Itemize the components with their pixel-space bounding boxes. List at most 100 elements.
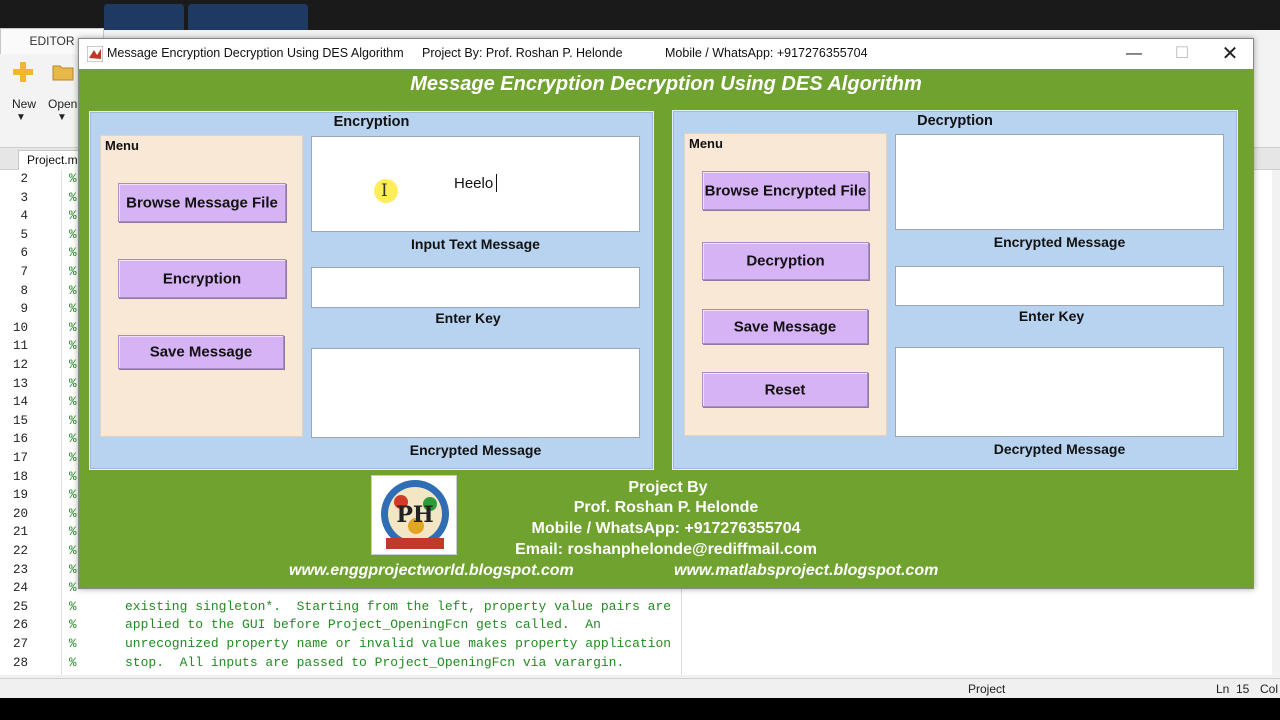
comment-marker: % (69, 172, 77, 186)
code-line[interactable]: applied to the GUI before Project_Openin… (125, 617, 601, 632)
save-message-button[interactable]: Save Message (118, 335, 284, 369)
close-icon[interactable]: ✕ (1207, 39, 1253, 69)
comment-marker: % (69, 209, 77, 224)
encrypted-message-output[interactable] (311, 348, 640, 438)
line-number: 16 (12, 432, 28, 447)
comment-marker: % (69, 488, 77, 503)
line-number: 9 (20, 302, 28, 317)
line-number: 21 (12, 525, 28, 540)
new-button-label[interactable]: New (12, 97, 36, 111)
editor-scrollbar[interactable] (1272, 170, 1280, 675)
comment-marker: % (69, 562, 77, 577)
status-file: Project (968, 682, 1006, 696)
status-ln-label: Ln (1216, 682, 1230, 696)
footer-url-right[interactable]: www.matlabsproject.blogspot.com (674, 562, 938, 580)
browse-encrypted-file-button[interactable]: Browse Encrypted File (702, 171, 869, 210)
encryption-key-field[interactable] (311, 267, 640, 308)
comment-marker: % (69, 451, 77, 465)
text-cursor-icon: I (381, 181, 388, 201)
line-number: 20 (12, 506, 28, 521)
comment-marker: % (69, 265, 77, 279)
comment-marker: % (69, 283, 77, 298)
comment-marker: % (69, 302, 77, 317)
comment-marker: % (69, 655, 77, 670)
encrypted-message-input[interactable] (895, 134, 1224, 230)
line-number: 7 (20, 265, 28, 279)
line-number: 15 (12, 413, 28, 428)
decryption-panel: Decryption Menu Browse Encrypted File De… (672, 110, 1238, 470)
line-number: 18 (12, 469, 28, 484)
line-number: 28 (12, 655, 28, 670)
code-line[interactable]: stop. All inputs are passed to Project_O… (125, 655, 624, 670)
open-folder-icon[interactable] (52, 62, 74, 84)
maximize-icon[interactable]: ☐ (1159, 39, 1205, 69)
footer-mobile: Mobile / WhatsApp: +917276355704 (531, 520, 801, 537)
line-number: 10 (12, 320, 28, 335)
status-bar: Project Ln 15 Col (0, 678, 1280, 698)
app-banner-title: Message Encryption Decryption Using DES … (410, 73, 922, 95)
comment-marker: % (69, 506, 77, 521)
comment-marker: % (69, 339, 77, 354)
line-number: 25 (12, 599, 28, 614)
input-text-value: Heelo (454, 175, 494, 192)
ribbon-tab-publish[interactable] (104, 4, 184, 30)
reset-button[interactable]: Reset (702, 372, 868, 407)
encryption-panel-title: Encryption (333, 114, 410, 130)
screen: New ▼ Open ▼ EDITOR Project.m 2 3 4 5 6 7 8 9 10… (0, 0, 1280, 720)
encryption-key-caption: Enter Key (435, 310, 501, 326)
line-number: 5 (20, 227, 28, 242)
encryption-menu-title: Menu (105, 138, 139, 153)
encryption-panel: Encryption Menu Browse Message File Encr… (89, 111, 654, 470)
decrypted-message-output[interactable] (895, 347, 1224, 437)
window-title-main: Message Encryption Decryption Using DES … (107, 46, 404, 60)
encryption-button[interactable]: Encryption (118, 259, 286, 298)
comment-marker: % (69, 320, 77, 335)
decryption-menu-title: Menu (689, 136, 723, 151)
matlab-app-icon (86, 45, 104, 63)
status-ln-value: 15 (1236, 682, 1250, 696)
decryption-key-field[interactable] (895, 266, 1224, 306)
comment-marker: % (69, 618, 77, 633)
chevron-down-icon[interactable]: ▼ (57, 112, 67, 123)
line-number: 6 (20, 246, 28, 261)
browse-message-file-button[interactable]: Browse Message File (118, 183, 286, 222)
line-number: 11 (12, 339, 28, 354)
line-number: 24 (12, 581, 28, 596)
encrypted-message-caption: Encrypted Message (409, 442, 542, 458)
line-number: 23 (12, 562, 28, 577)
code-line[interactable]: unrecognized property name or invalid va… (125, 636, 671, 651)
comment-marker: % (69, 525, 77, 540)
window-title-project: Project By: Prof. Roshan P. Helonde (422, 46, 623, 60)
comment-marker: % (69, 599, 77, 614)
line-number: 17 (12, 451, 28, 465)
comment-marker: % (69, 227, 77, 242)
minimize-icon[interactable]: — (1111, 39, 1157, 69)
comment-marker: % (69, 469, 77, 484)
taskbar (0, 698, 1280, 720)
comment-marker: % (69, 376, 77, 391)
save-decrypted-message-button[interactable]: Save Message (702, 309, 868, 344)
comment-marker: % (69, 637, 77, 651)
input-text-message-field[interactable]: Heelo I (311, 136, 640, 232)
footer-email: Email: roshanphelonde@rediffmail.com (515, 541, 817, 558)
line-number: 14 (12, 395, 28, 410)
comment-marker: % (69, 246, 77, 261)
new-icon[interactable] (11, 60, 33, 82)
chevron-down-icon[interactable]: ▼ (16, 112, 26, 123)
code-line[interactable]: existing singleton*. Starting from the l… (125, 599, 671, 614)
figure-window: Message Encryption Decryption Using DES … (78, 38, 1254, 589)
comment-marker: % (69, 413, 77, 428)
line-number-gutter: 2 3 4 5 6 7 8 9 10 11 12 13 14 15 16 17 18 19 20 21 22 23 24 25… (0, 170, 62, 675)
ribbon-tab-view[interactable] (188, 4, 308, 30)
matlab-top-bar (0, 0, 1280, 30)
footer-url-left[interactable]: www.enggprojectworld.blogspot.com (289, 562, 574, 580)
line-number: 12 (12, 358, 28, 372)
window-title-mobile: Mobile / WhatsApp: +917276355704 (665, 46, 868, 60)
decryption-menu: Menu Browse Encrypted File Decryption Sa… (684, 133, 887, 436)
line-number: 22 (12, 544, 28, 558)
open-button-label[interactable]: Open (48, 97, 77, 111)
window-title-bar[interactable]: Message Encryption Decryption Using DES … (79, 39, 1253, 69)
comment-marker: % (69, 581, 77, 596)
decrypted-message-caption: Decrypted Message (993, 441, 1126, 457)
decryption-button[interactable]: Decryption (702, 242, 869, 280)
